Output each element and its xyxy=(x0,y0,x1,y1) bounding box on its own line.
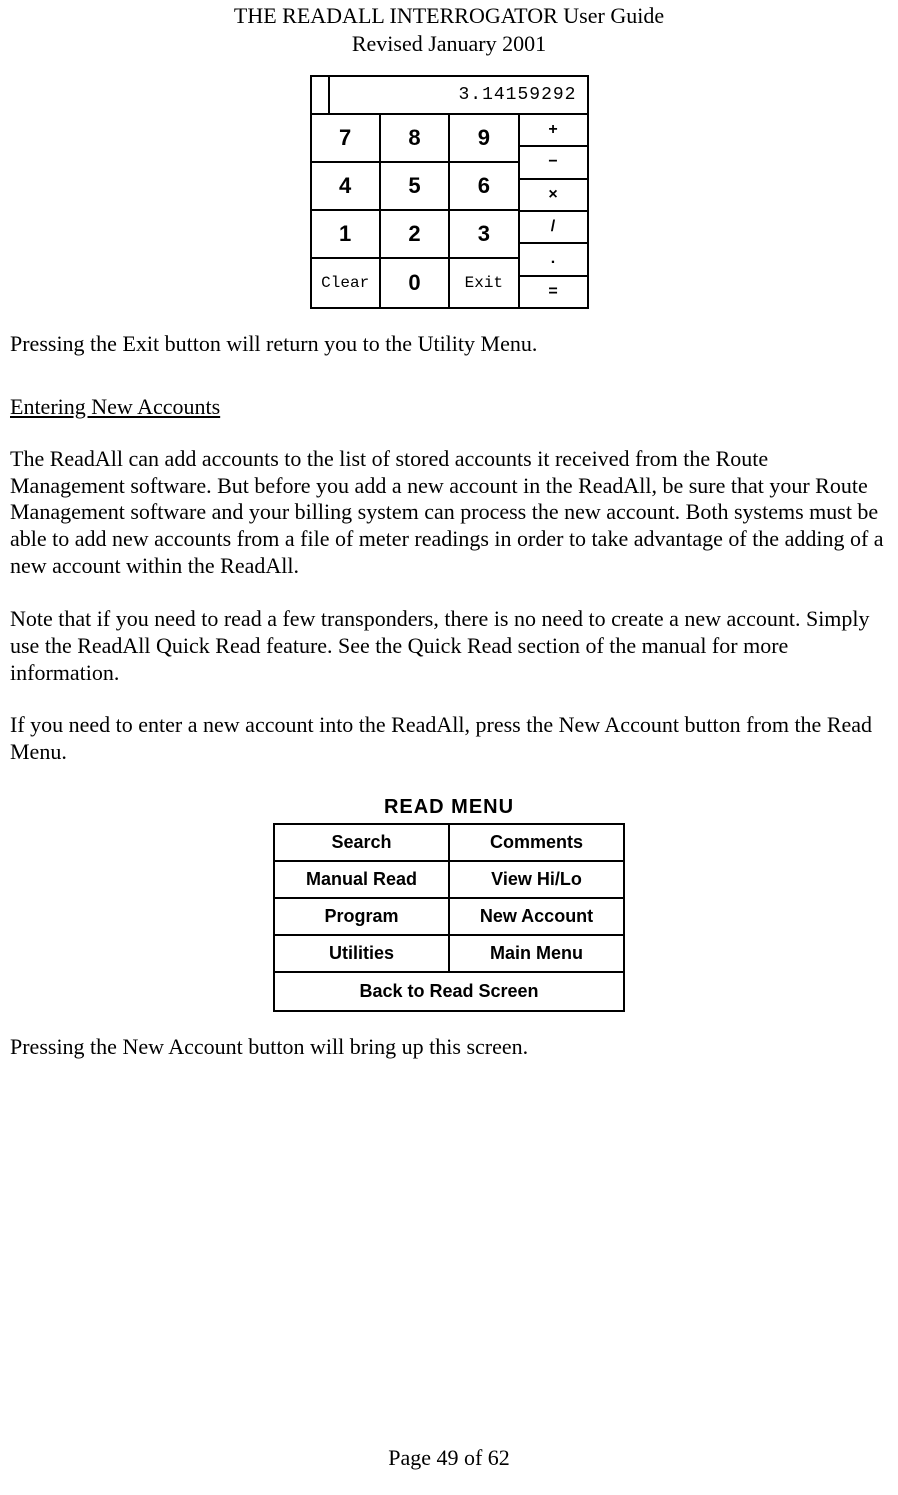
calc-op-divide[interactable]: / xyxy=(520,212,587,244)
read-menu-title: READ MENU xyxy=(273,796,625,819)
doc-revised: Revised January 2001 xyxy=(10,30,888,58)
read-menu-manual-read-button[interactable]: Manual Read xyxy=(275,862,450,897)
calc-display: 3.14159292 xyxy=(330,77,587,113)
section-heading-entering-new-accounts: Entering New Accounts xyxy=(10,394,888,420)
read-menu-figure: READ MENU Search Comments Manual Read Vi… xyxy=(273,796,625,1012)
calc-key-exit[interactable]: Exit xyxy=(450,259,519,307)
calc-key-2[interactable]: 2 xyxy=(381,211,450,259)
calc-key-4[interactable]: 4 xyxy=(312,163,381,211)
read-menu-new-account-button[interactable]: New Account xyxy=(450,899,623,934)
paragraph-instruction: If you need to enter a new account into … xyxy=(10,712,888,766)
calc-key-1[interactable]: 1 xyxy=(312,211,381,259)
calc-op-minus[interactable]: − xyxy=(520,147,587,179)
calc-key-9[interactable]: 9 xyxy=(450,115,519,163)
paragraph-exit-note: Pressing the Exit button will return you… xyxy=(10,331,888,358)
read-menu-comments-button[interactable]: Comments xyxy=(450,825,623,860)
read-menu-view-hilo-button[interactable]: View Hi/Lo xyxy=(450,862,623,897)
calc-key-8[interactable]: 8 xyxy=(381,115,450,163)
paragraph-followup: Pressing the New Account button will bri… xyxy=(10,1034,888,1061)
calc-key-clear[interactable]: Clear xyxy=(312,259,381,307)
calc-key-3[interactable]: 3 xyxy=(450,211,519,259)
read-menu-search-button[interactable]: Search xyxy=(275,825,450,860)
read-menu-main-menu-button[interactable]: Main Menu xyxy=(450,936,623,971)
calc-op-equals[interactable]: = xyxy=(520,277,587,307)
calc-key-7[interactable]: 7 xyxy=(312,115,381,163)
paragraph-note: Note that if you need to read a few tran… xyxy=(10,606,888,686)
calc-key-5[interactable]: 5 xyxy=(381,163,450,211)
page-footer: Page 49 of 62 xyxy=(0,1445,898,1471)
calc-op-multiply[interactable]: × xyxy=(520,180,587,212)
read-menu-back-button[interactable]: Back to Read Screen xyxy=(275,973,623,1010)
read-menu-utilities-button[interactable]: Utilities xyxy=(275,936,450,971)
calc-op-decimal[interactable]: . xyxy=(520,244,587,276)
calculator-figure: 3.14159292 7 8 9 4 5 6 1 2 3 Clear 0 Exi… xyxy=(310,75,589,309)
calc-key-6[interactable]: 6 xyxy=(450,163,519,211)
calc-display-gap xyxy=(312,77,330,113)
calc-key-0[interactable]: 0 xyxy=(381,259,450,307)
paragraph-intro: The ReadAll can add accounts to the list… xyxy=(10,446,888,580)
doc-title: THE READALL INTERROGATOR User Guide xyxy=(10,2,888,30)
read-menu-program-button[interactable]: Program xyxy=(275,899,450,934)
calc-op-plus[interactable]: + xyxy=(520,115,587,147)
